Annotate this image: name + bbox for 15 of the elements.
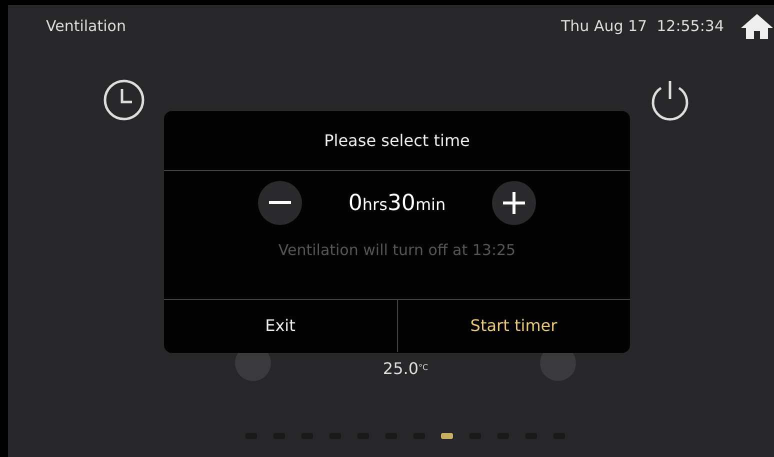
exit-button[interactable]: Exit [164,300,396,352]
increase-time-button[interactable] [492,181,536,225]
indoor-temperature: 25.0$^{°C}$ [382,358,428,380]
date-time: Thu Aug 17 12:55:34 [561,16,724,37]
home-icon[interactable] [740,12,774,40]
screen-title: Ventilation [46,16,126,37]
dialog-title: Please select time [324,130,470,152]
clock-icon[interactable] [103,79,145,121]
decrease-time-button[interactable] [258,181,302,225]
turn-off-message: Ventilation will turn off at 13:25 [278,240,516,261]
page-indicator[interactable] [440,433,452,439]
plus-icon [503,192,525,214]
minus-icon [269,201,291,205]
start-timer-button[interactable]: Start timer [396,300,630,352]
timer-duration: 0hrs30min [347,190,447,218]
